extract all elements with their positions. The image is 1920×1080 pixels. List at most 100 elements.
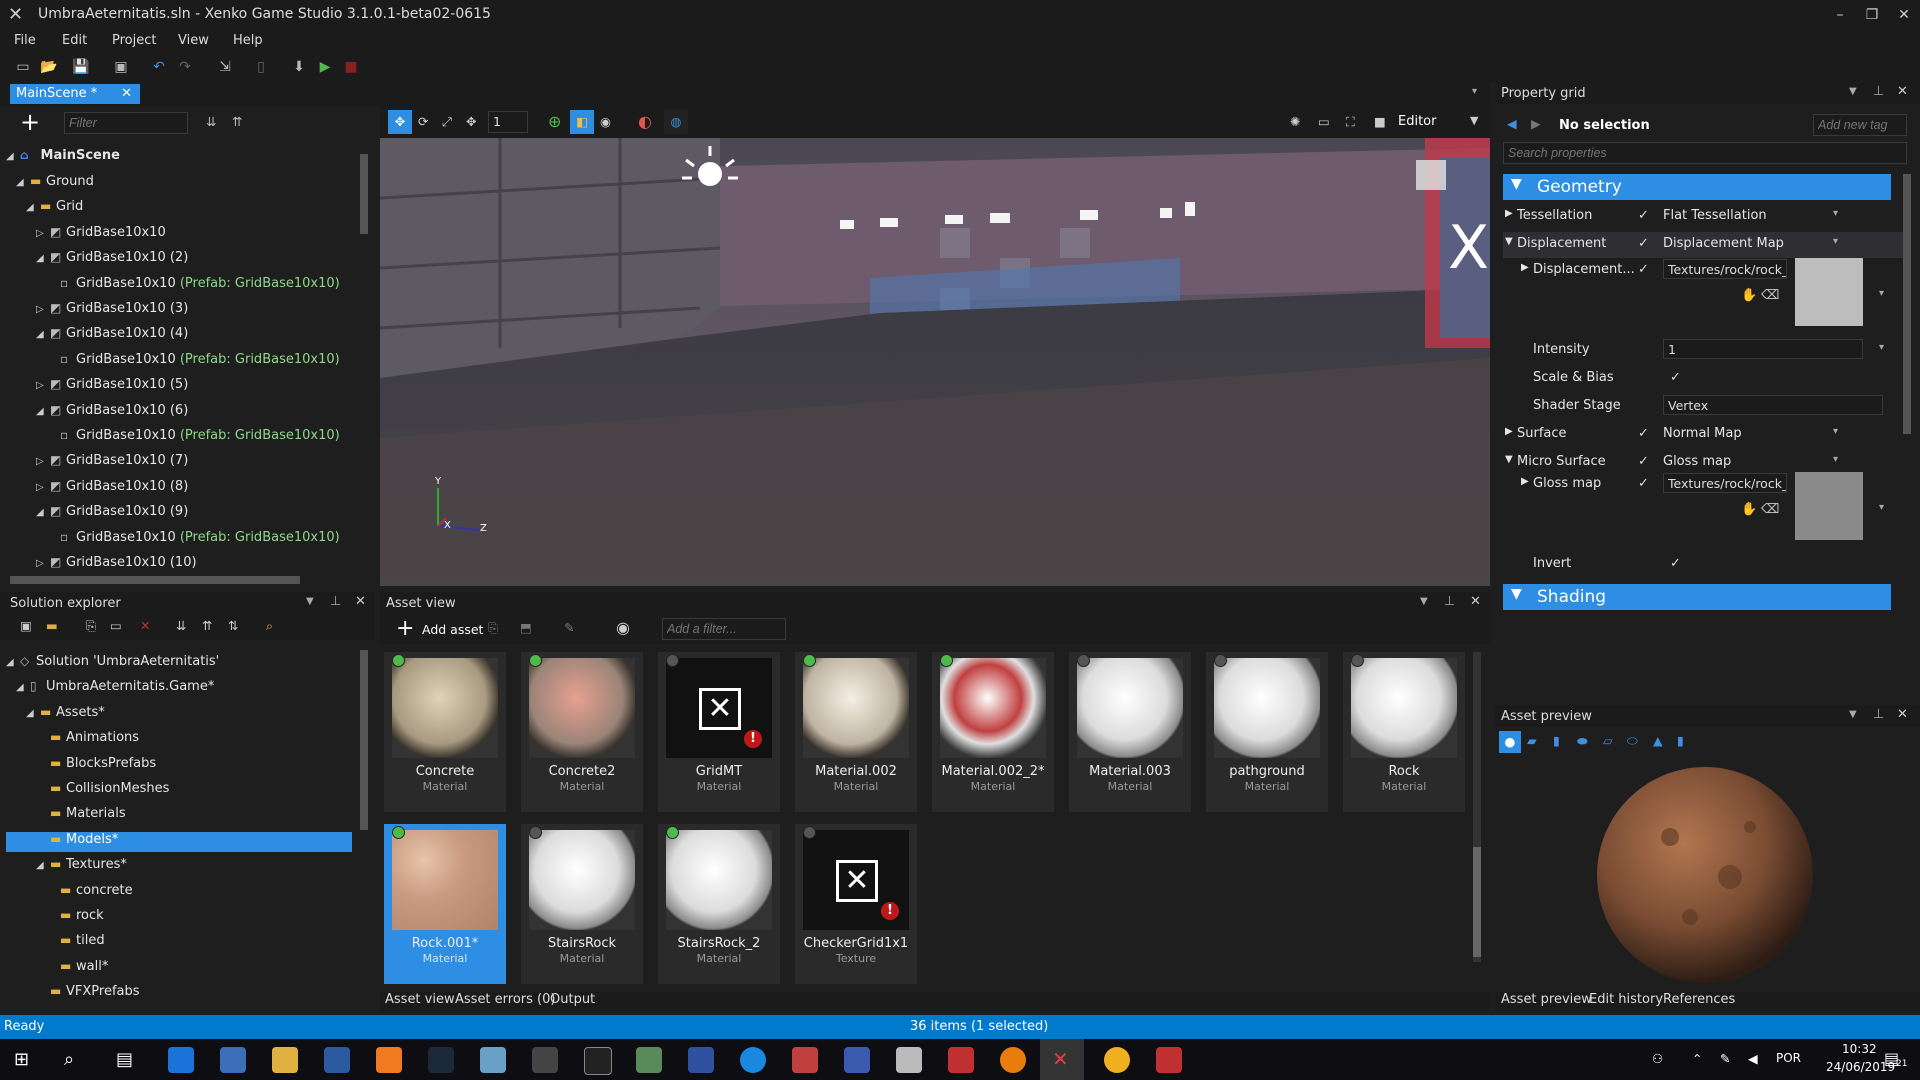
expand-all-icon[interactable]: ⇊ bbox=[206, 114, 216, 129]
solution-item[interactable]: ▬ concrete bbox=[6, 883, 352, 903]
asset-tile[interactable]: Rock.001* Material bbox=[384, 824, 506, 984]
collapse-icon[interactable]: ◢ bbox=[36, 507, 50, 518]
import-icon[interactable]: ⎘ bbox=[488, 620, 498, 636]
restore-button[interactable]: ❐ bbox=[1857, 4, 1887, 26]
expand-icon[interactable]: ▷ bbox=[36, 380, 50, 391]
capsule-icon[interactable]: ▮ bbox=[1677, 733, 1684, 748]
solution-item[interactable]: ▬ Models* bbox=[6, 831, 352, 852]
chevron-down-icon[interactable]: ▾ bbox=[1879, 342, 1884, 353]
texture-thumbnail[interactable] bbox=[1795, 258, 1863, 326]
tree-item[interactable]: ◢ ▬ Ground bbox=[16, 174, 94, 194]
shader-stage-select[interactable]: Vertex bbox=[1663, 395, 1883, 415]
row-displacement-map[interactable]: ▶ Displacement... ✓ Textures/rock/rock_0… bbox=[1503, 258, 1903, 348]
forward-icon[interactable]: ▶ bbox=[1531, 116, 1541, 131]
torus-icon[interactable]: ⬬ bbox=[1577, 733, 1588, 749]
row-intensity[interactable]: Intensity 1 ▾ bbox=[1503, 338, 1903, 364]
chevron-down-icon[interactable]: ▼ bbox=[1849, 709, 1857, 720]
collapse-icon[interactable]: ◢ bbox=[26, 202, 40, 213]
chevron-down-icon[interactable]: ▾ bbox=[1879, 502, 1884, 513]
view-options-icon[interactable]: ◉ bbox=[616, 618, 630, 637]
show-in-explorer-icon[interactable]: ⌕ bbox=[266, 618, 273, 634]
new-icon[interactable]: ▭ bbox=[14, 58, 32, 76]
solution-item[interactable]: ▬ CollisionMeshes bbox=[6, 781, 352, 801]
asset-tile[interactable]: pathground Material bbox=[1206, 652, 1328, 812]
row-tessellation[interactable]: ▶ Tessellation ✓ Flat Tessellation ▾ bbox=[1503, 204, 1903, 230]
collapse-icon[interactable]: ◢ bbox=[26, 708, 40, 719]
material-preview-sphere[interactable] bbox=[1590, 757, 1820, 997]
people-icon[interactable]: ⚇ bbox=[1652, 1051, 1663, 1066]
collapse-icon[interactable]: ◢ bbox=[36, 406, 50, 417]
row-scale-bias[interactable]: Scale & Bias ✓ bbox=[1503, 366, 1903, 392]
edit-icon[interactable]: ✎ bbox=[564, 620, 574, 635]
file-explorer-icon[interactable] bbox=[272, 1047, 298, 1073]
expand-all-icon[interactable]: ⇊ bbox=[176, 618, 186, 633]
section-shading[interactable]: ▼ Shading bbox=[1503, 584, 1891, 610]
asset-tile[interactable]: Material.002 Material bbox=[795, 652, 917, 812]
sync-icon[interactable]: ⇅ bbox=[228, 618, 238, 633]
windows-start-icon[interactable]: ⊞ bbox=[14, 1049, 29, 1070]
volume-icon[interactable]: ◀ bbox=[1748, 1051, 1758, 1066]
globe-icon[interactable]: ◍ bbox=[664, 110, 688, 134]
undo-icon[interactable]: ↶ bbox=[150, 58, 168, 76]
asset-tile[interactable]: Concrete Material bbox=[384, 652, 506, 812]
expand-icon[interactable]: ▶ bbox=[1505, 426, 1513, 437]
tree-item[interactable]: ◢ ◩ GridBase10x10 (2) bbox=[36, 250, 188, 270]
expand-icon[interactable]: ▷ bbox=[36, 482, 50, 493]
copy-icon[interactable]: ⎘ bbox=[86, 618, 96, 634]
add-icon[interactable]: + bbox=[396, 616, 414, 641]
row-surface[interactable]: ▶ Surface ✓ Normal Map ▾ bbox=[1503, 422, 1903, 448]
asset-tile[interactable]: StairsRock_2 Material bbox=[658, 824, 780, 984]
expand-icon[interactable]: ▶ bbox=[1505, 208, 1513, 219]
screenshot-icon[interactable]: ▭ bbox=[1318, 114, 1330, 129]
intensity-input[interactable]: 1 bbox=[1663, 339, 1863, 359]
row-displacement[interactable]: ▼ Displacement ✓ Displacement Map ▾ bbox=[1503, 232, 1903, 258]
snap-step-input[interactable]: 1 bbox=[488, 111, 528, 133]
scene-filter-input[interactable] bbox=[64, 112, 188, 134]
collapse-icon[interactable]: ◢ bbox=[16, 682, 30, 693]
asset-tile[interactable]: StairsRock Material bbox=[521, 824, 643, 984]
tree-item[interactable]: ▷ ◩ GridBase10x10 (5) bbox=[36, 377, 188, 397]
solution-item[interactable]: ▬ VFXPrefabs bbox=[6, 984, 352, 1004]
cylinder-icon[interactable]: ▮ bbox=[1553, 733, 1560, 748]
expand-icon[interactable]: ◢ bbox=[6, 151, 20, 162]
collapse-icon[interactable]: ◢ bbox=[36, 253, 50, 264]
delete-icon[interactable]: ✕ bbox=[140, 618, 150, 633]
xenko-launcher-icon[interactable] bbox=[948, 1047, 974, 1073]
collapse-icon[interactable]: ◢ bbox=[36, 860, 50, 871]
lighting-icon[interactable]: ◧ bbox=[570, 110, 594, 134]
scale-bias-checkbox[interactable]: ✓ bbox=[1670, 371, 1684, 385]
solution-item[interactable]: ◢ ▯ UmbraAeternitatis.Game* bbox=[6, 679, 352, 699]
texture-thumbnail[interactable] bbox=[1795, 472, 1863, 540]
chevron-down-icon[interactable]: ▾ bbox=[1879, 288, 1884, 299]
word-icon[interactable] bbox=[844, 1047, 870, 1073]
close-icon[interactable]: ✕ bbox=[121, 86, 132, 101]
scene-viewport[interactable]: X Y X Z bbox=[380, 138, 1490, 586]
edge-icon[interactable] bbox=[168, 1047, 194, 1073]
open-icon[interactable]: 📂 bbox=[40, 58, 58, 76]
light-gizmo[interactable] bbox=[698, 162, 722, 186]
chevron-up-icon[interactable]: ⌃ bbox=[1692, 1051, 1702, 1066]
solution-item[interactable]: ▬ tiled bbox=[6, 933, 352, 953]
scrollbar[interactable] bbox=[360, 650, 368, 830]
collapse-icon[interactable]: ▼ bbox=[1505, 236, 1513, 247]
redo-icon[interactable]: ↷ bbox=[176, 58, 194, 76]
enable-checkbox[interactable]: ✓ bbox=[1638, 209, 1652, 223]
deploy-icon[interactable]: ⇲ bbox=[216, 58, 234, 76]
new-folder-icon[interactable]: ▣ bbox=[20, 618, 32, 633]
grid-app-icon[interactable] bbox=[792, 1047, 818, 1073]
tree-item-prefab[interactable]: ▫ GridBase10x10 (Prefab: GridBase10x10) bbox=[46, 428, 340, 448]
frame-icon[interactable]: ⛶ bbox=[1346, 114, 1355, 130]
asset-tile[interactable]: ✕! GridMT Material bbox=[658, 652, 780, 812]
language-indicator[interactable]: POR bbox=[1776, 1051, 1801, 1065]
enable-checkbox[interactable]: ✓ bbox=[1638, 455, 1652, 469]
expand-icon[interactable]: ▷ bbox=[36, 304, 50, 315]
close-window-button[interactable]: ✕ bbox=[1889, 4, 1919, 26]
chevron-down-icon[interactable]: ▾ bbox=[1833, 236, 1838, 247]
package-icon[interactable]: ⬇ bbox=[290, 58, 308, 76]
save-icon[interactable]: 💾 bbox=[72, 58, 90, 76]
solution-item[interactable]: ▬ Materials bbox=[6, 806, 352, 826]
asset-tile[interactable]: Material.002_2* Material bbox=[932, 652, 1054, 812]
scrollbar[interactable] bbox=[1903, 174, 1911, 434]
tree-item-prefab[interactable]: ▫ GridBase10x10 (Prefab: GridBase10x10) bbox=[46, 276, 340, 296]
asset-filter-input[interactable] bbox=[662, 618, 786, 640]
